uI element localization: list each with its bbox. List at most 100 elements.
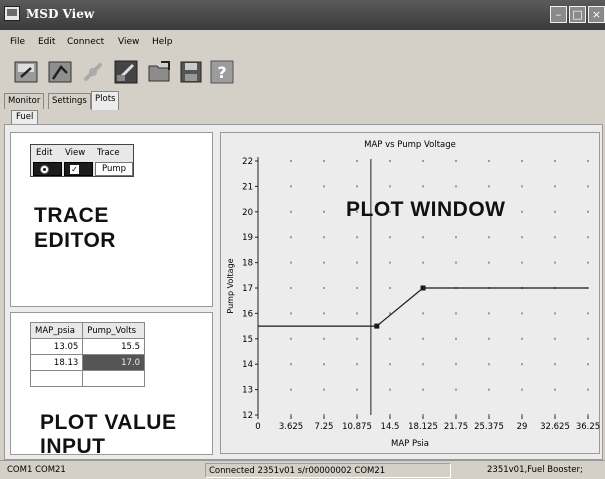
table-row bbox=[29, 370, 145, 387]
menu-file[interactable]: File bbox=[10, 37, 25, 47]
menu-connect[interactable]: Connect bbox=[67, 37, 104, 47]
grid-dot bbox=[587, 337, 589, 340]
grid-dot bbox=[323, 185, 325, 188]
menu-view[interactable]: View bbox=[118, 37, 139, 47]
grid-dot bbox=[587, 160, 589, 162]
menu-edit[interactable]: Edit bbox=[38, 37, 55, 47]
save-plot-icon[interactable] bbox=[13, 59, 39, 85]
grid-dot bbox=[488, 414, 490, 416]
grid-dot bbox=[488, 160, 490, 162]
grid-dot bbox=[290, 287, 292, 289]
volts-value-cell[interactable] bbox=[82, 370, 145, 387]
trace-edit-cell bbox=[33, 162, 62, 176]
map-value-cell[interactable]: 13.05 bbox=[29, 338, 84, 355]
tab-fuel[interactable]: Fuel bbox=[11, 110, 39, 124]
plot-value-annotation-line2: INPUT bbox=[40, 435, 106, 458]
grid-dot bbox=[290, 363, 292, 366]
map-value-cell[interactable] bbox=[29, 370, 84, 387]
chart-title: MAP vs Pump Voltage bbox=[364, 140, 456, 150]
close-button[interactable]: × bbox=[588, 6, 605, 23]
trace-header-view: View bbox=[65, 148, 86, 158]
app-window: MSD View – □ × File Edit Connect View He… bbox=[0, 0, 605, 479]
grid-dot bbox=[323, 312, 325, 315]
grid-dot bbox=[455, 312, 457, 315]
series-line bbox=[258, 287, 588, 327]
grid-dot bbox=[554, 236, 556, 239]
plot-value-annotation-line1: PLOT VALUE bbox=[40, 411, 177, 434]
open-plot-icon[interactable] bbox=[47, 59, 73, 85]
grid-dot bbox=[323, 261, 325, 264]
open-folder-icon[interactable] bbox=[146, 59, 172, 85]
floppy-save-icon[interactable] bbox=[178, 59, 204, 85]
grid-dot bbox=[323, 388, 325, 391]
column-header-volts: Pump_Volts bbox=[82, 322, 145, 339]
volts-value-cell[interactable]: 15.5 bbox=[82, 338, 145, 355]
svg-text:?: ? bbox=[217, 63, 226, 82]
y-tick-label: 17 bbox=[242, 284, 253, 294]
grid-dot bbox=[389, 414, 391, 416]
tab-plots[interactable]: Plots bbox=[91, 91, 120, 110]
grid-dot bbox=[521, 236, 523, 239]
grid-dot bbox=[455, 236, 457, 239]
y-axis-label: Pump Voltage bbox=[226, 258, 235, 313]
grid-dot bbox=[455, 160, 457, 162]
grid-dot bbox=[323, 210, 325, 213]
y-tick-label: 14 bbox=[242, 360, 253, 370]
grid-dot bbox=[554, 160, 556, 162]
app-icon bbox=[4, 6, 20, 21]
minimize-button[interactable]: – bbox=[550, 6, 567, 23]
grid-dot bbox=[554, 414, 556, 416]
grid-dot bbox=[554, 363, 556, 366]
help-icon[interactable]: ? bbox=[209, 59, 235, 85]
y-tick-label: 19 bbox=[242, 233, 253, 243]
grid-dot bbox=[389, 287, 391, 289]
trace-editor-annotation-line2: EDITOR bbox=[34, 229, 116, 252]
grid-dot bbox=[554, 185, 556, 188]
x-tick-label: 18.125 bbox=[408, 422, 438, 432]
grid-dot bbox=[554, 312, 556, 315]
grid-dot bbox=[323, 337, 325, 340]
grid-dot bbox=[290, 337, 292, 340]
y-tick-label: 13 bbox=[242, 386, 253, 396]
menu-bar: File Edit Connect View Help bbox=[0, 34, 605, 52]
grid-dot bbox=[323, 363, 325, 366]
grid-dot bbox=[554, 337, 556, 340]
menu-help[interactable]: Help bbox=[152, 37, 173, 47]
grid-dot bbox=[455, 261, 457, 264]
plot-chart[interactable]: MAP vs Pump Voltage MAP Psia Pump Voltag… bbox=[220, 132, 600, 454]
grid-dot bbox=[587, 236, 589, 239]
grid-dot bbox=[290, 312, 292, 315]
tab-monitor[interactable]: Monitor bbox=[4, 93, 45, 109]
grid-dot bbox=[389, 337, 391, 340]
program-icon[interactable] bbox=[113, 59, 139, 85]
plot-window-annotation: PLOT WINDOW bbox=[346, 198, 506, 221]
grid-dot bbox=[356, 185, 358, 188]
title-bar[interactable]: MSD View – □ × bbox=[0, 0, 605, 30]
trace-view-checkbox[interactable]: ✓ bbox=[70, 165, 79, 174]
trace-edit-radio[interactable] bbox=[40, 165, 49, 174]
volts-value-cell-selected[interactable]: 17.0 bbox=[82, 354, 145, 371]
y-tick-label: 12 bbox=[242, 411, 253, 421]
tab-settings[interactable]: Settings bbox=[48, 93, 91, 109]
grid-dot bbox=[587, 185, 589, 188]
window-title: MSD View bbox=[26, 7, 95, 21]
x-tick-label: 10.875 bbox=[342, 422, 372, 432]
grid-dot bbox=[389, 363, 391, 366]
maximize-button[interactable]: □ bbox=[569, 6, 586, 23]
grid-dot bbox=[422, 236, 424, 239]
grid-dot bbox=[422, 185, 424, 188]
grid-dot bbox=[323, 414, 325, 416]
map-value-cell[interactable]: 18.13 bbox=[29, 354, 84, 371]
grid-dot bbox=[455, 363, 457, 366]
x-tick-label: 3.625 bbox=[279, 422, 303, 432]
grid-dot bbox=[389, 185, 391, 188]
y-tick-label: 22 bbox=[242, 157, 253, 167]
grid-dot bbox=[455, 337, 457, 340]
column-header-map: MAP_psia bbox=[29, 322, 84, 339]
status-device: 2351v01,Fuel Booster; bbox=[487, 465, 583, 475]
trace-name-cell[interactable]: Pump bbox=[95, 162, 133, 176]
connect-link-icon[interactable] bbox=[80, 59, 106, 85]
grid-dot bbox=[521, 363, 523, 366]
grid-dot bbox=[521, 261, 523, 264]
grid-dot bbox=[488, 185, 490, 188]
